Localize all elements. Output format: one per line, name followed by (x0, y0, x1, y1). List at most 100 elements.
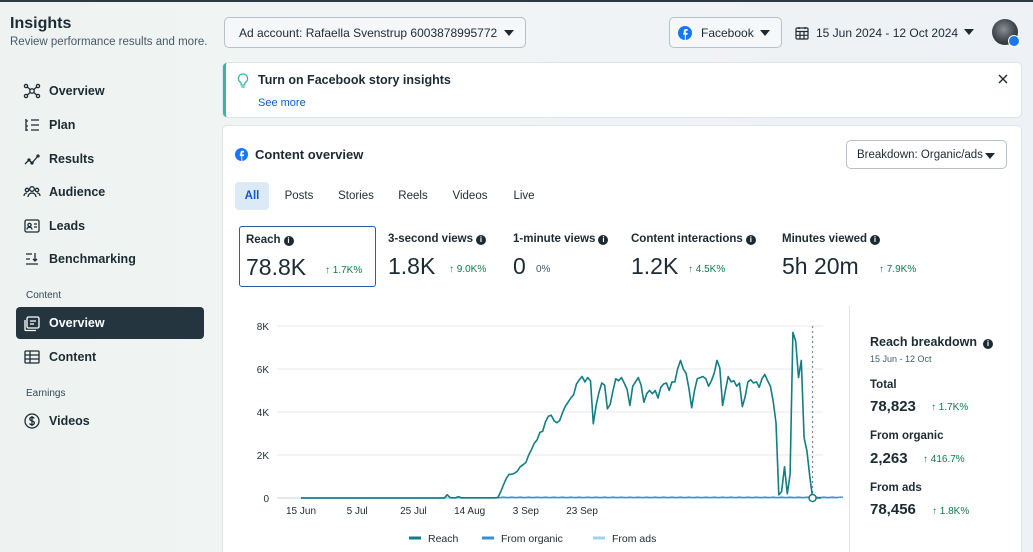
calendar-icon (795, 26, 809, 40)
breakdown-change-ads: ↑ 1.8K% (932, 506, 970, 517)
y-tick-label: 8K (257, 322, 270, 333)
legend-label: Reach (428, 533, 459, 545)
x-tick-label: 25 Jul (400, 506, 427, 517)
info-icon: i (745, 235, 756, 245)
data-point-marker (808, 493, 817, 503)
date-range-label: 15 Jun 2024 - 12 Oct 2024 (816, 25, 959, 40)
sidebar-item-audience[interactable]: Audience (16, 176, 204, 208)
app-title: Insights (10, 15, 72, 32)
story-insights-banner: Turn on Facebook story insights See more (223, 63, 1021, 117)
y-tick-label: 6K (257, 365, 270, 376)
chevron-down-icon (985, 153, 995, 159)
lightbulb-icon (237, 73, 249, 88)
divider (849, 306, 850, 552)
metric-label: Content interactions i (631, 233, 756, 245)
breakdown-label: Breakdown: Organic/ads (857, 148, 983, 161)
breakdown-change-total: ↑ 1.7K% (931, 402, 969, 413)
metric-label: 1-minute views i (513, 233, 609, 245)
network-icon (23, 83, 41, 99)
metric-value: 1.8K (388, 253, 436, 279)
sidebar-item-label: Benchmarking (49, 252, 136, 266)
x-tick-label: 5 Jul (347, 506, 368, 517)
info-icon: i (283, 236, 294, 246)
metric-content-interactions[interactable]: Content interactions i 1.2K ↑ 4.5K% (625, 226, 765, 287)
metric-change: ↑ 4.5K% (688, 264, 726, 275)
x-tick-label: 15 Jun (286, 506, 316, 517)
breakdown-change-organic: ↑ 416.7% (923, 454, 965, 465)
sidebar-item-label: Results (49, 152, 95, 166)
breakdown-value-organic: 2,263 (870, 450, 908, 467)
x-tick-label: 23 Sep (566, 506, 598, 517)
metric-3-second-views[interactable]: 3-second views i 1.8K ↑ 9.0K% (382, 226, 500, 287)
legend-label: From ads (612, 533, 656, 545)
metric-value: 1.2K (631, 253, 679, 279)
info-icon: i (476, 235, 487, 245)
tab-live[interactable]: Live (509, 182, 539, 210)
trend-icon (24, 154, 40, 165)
ad-account-label: Ad account: Rafaella Svenstrup 600387899… (239, 25, 498, 40)
x-tick-label: 3 Sep (513, 506, 540, 517)
metric-minutes-viewed[interactable]: Minutes viewed i 5h 20m ↑ 7.9K% (776, 226, 936, 287)
breakdown-dropdown[interactable]: Breakdown: Organic/ads (846, 140, 1007, 169)
metric-label: 3-second views i (388, 233, 487, 245)
sidebar-item-label: Audience (49, 185, 106, 199)
breakdown-label-total: Total (870, 379, 897, 391)
platform-dropdown[interactable]: Facebook (669, 17, 782, 48)
sidebar-item-plan[interactable]: Plan (16, 109, 204, 141)
sidebar-item-label: Content (49, 350, 97, 364)
metric-change: ↑ 1.7K% (325, 265, 363, 276)
breakdown-value-total: 78,823 (870, 398, 916, 415)
metric-label: Minutes viewed i (782, 233, 880, 245)
chevron-down-icon (964, 29, 974, 35)
ad-account-dropdown[interactable]: Ad account: Rafaella Svenstrup 600387899… (224, 17, 526, 48)
sidebar-item-results[interactable]: Results (16, 143, 204, 175)
sidebar-section-content: Content (26, 290, 62, 301)
tab-stories[interactable]: Stories (334, 182, 378, 210)
breakdown-label-ads: From ads (870, 482, 922, 494)
tab-videos[interactable]: Videos (448, 182, 492, 210)
metric-change: ↑ 9.0K% (449, 264, 487, 275)
facebook-badge-icon (1008, 35, 1020, 47)
chevron-down-icon (504, 30, 514, 36)
metric-1-minute-views[interactable]: 1-minute views i 0 0% (507, 226, 619, 287)
breakdown-value-ads: 78,456 (870, 501, 916, 518)
sidebar-item-content[interactable]: Content (16, 341, 204, 373)
content-overview-card: Content overview Breakdown: Organic/ads … (223, 126, 1021, 552)
metric-reach[interactable]: Reach i 78.8K ↑ 1.7K% (239, 226, 376, 287)
tab-posts[interactable]: Posts (280, 182, 318, 210)
facebook-icon (235, 148, 248, 161)
platform-label: Facebook (701, 25, 754, 40)
facebook-icon (678, 25, 692, 40)
reach-line-chart: 0 2K 4K 6K 8K 15 Jun 5 Jul 25 Jul 14 Aug 3 Sep 23 … (257, 322, 843, 545)
breakdown-label-organic: From organic (870, 430, 944, 442)
content-overview-icon (24, 316, 40, 332)
date-range-picker[interactable]: 15 Jun 2024 - 12 Oct 2024 (795, 17, 980, 48)
sidebar-item-label: Plan (49, 118, 76, 132)
sidebar-item-benchmarking[interactable]: Benchmarking (16, 243, 204, 275)
close-icon[interactable] (996, 72, 1010, 86)
app-subtitle: Review performance results and more. (10, 36, 208, 48)
sidebar: Insights Review performance results and … (0, 0, 212, 552)
info-icon: i (982, 339, 993, 349)
sidebar-item-overview[interactable]: Overview (16, 75, 204, 107)
sidebar-item-content-overview[interactable]: Overview (16, 307, 204, 339)
tab-all[interactable]: All (235, 182, 269, 210)
y-tick-label: 0 (263, 494, 269, 505)
sidebar-item-label: Videos (49, 414, 90, 428)
reach-breakdown-title: Reach breakdown i (870, 335, 993, 349)
sidebar-item-label: Overview (49, 84, 105, 98)
plan-list-icon (25, 119, 39, 131)
sidebar-item-leads[interactable]: Leads (16, 210, 204, 242)
metric-change: 0% (536, 264, 551, 275)
see-more-link[interactable]: See more (258, 97, 306, 109)
metric-change: ↑ 7.9K% (879, 264, 917, 275)
sidebar-item-videos[interactable]: Videos (16, 405, 204, 437)
info-icon: i (598, 235, 609, 245)
sidebar-item-label: Overview (49, 316, 105, 330)
metric-value: 0 (513, 253, 526, 279)
metric-value: 5h 20m (782, 253, 859, 279)
y-tick-label: 2K (257, 451, 270, 462)
chevron-down-icon (760, 30, 770, 36)
benchmark-icon (26, 253, 38, 265)
tab-reels[interactable]: Reels (393, 182, 433, 210)
